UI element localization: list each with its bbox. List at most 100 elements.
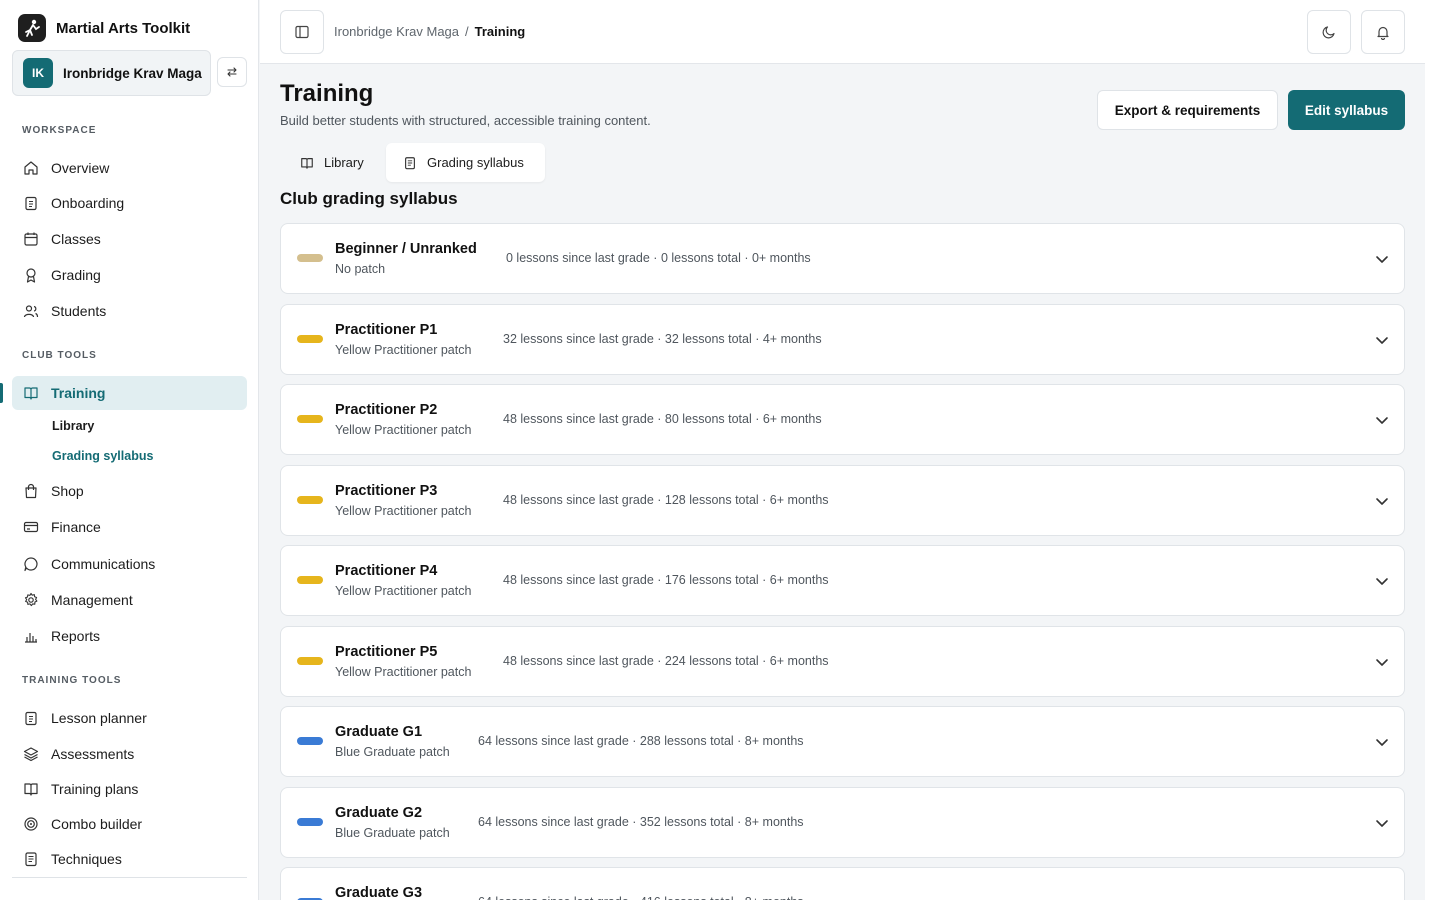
brand[interactable]: Martial Arts Toolkit xyxy=(18,14,190,42)
chevron-down-icon[interactable] xyxy=(1374,573,1390,589)
sidebar-item-students[interactable]: Students xyxy=(12,294,247,328)
grade-requirements: 48 lessons since last grade · 128 lesson… xyxy=(503,493,829,507)
grade-color-swatch xyxy=(297,496,323,504)
sidebar-item-label: Grading xyxy=(51,267,101,283)
sidebar-item-label: Training plans xyxy=(51,781,139,797)
file-text-icon xyxy=(25,852,37,867)
sidebar-item-classes[interactable]: Classes xyxy=(12,222,247,256)
grade-row[interactable]: Graduate G1 Blue Graduate patch 64 lessons… xyxy=(280,706,1405,777)
breadcrumb-current: Training xyxy=(474,24,526,39)
grade-color-swatch xyxy=(297,254,323,262)
bell-icon xyxy=(1377,26,1389,40)
grade-name: Practitioner P4 xyxy=(335,563,438,579)
sidebar-item-label: Management xyxy=(51,592,133,608)
scrollbar-track[interactable] xyxy=(1425,0,1440,900)
grade-row[interactable]: Practitioner P1 Yellow Practitioner patch… xyxy=(280,304,1405,375)
grade-requirements: 64 lessons since last grade · 416 lesson… xyxy=(478,895,804,900)
chevron-down-icon[interactable] xyxy=(1374,654,1390,670)
grade-requirements: 64 lessons since last grade · 288 lesson… xyxy=(478,734,804,748)
chevron-down-icon[interactable] xyxy=(1374,251,1390,267)
tab-library[interactable]: Library xyxy=(280,143,382,182)
chevron-down-icon[interactable] xyxy=(1374,895,1390,900)
export-requirements-button[interactable]: Export & requirements xyxy=(1097,90,1278,130)
clipboard-icon xyxy=(25,711,37,726)
breadcrumb: Ironbridge Krav Maga / Training xyxy=(334,24,525,39)
edit-syllabus-button[interactable]: Edit syllabus xyxy=(1288,90,1405,130)
grade-name: Practitioner P5 xyxy=(335,644,438,660)
grade-row[interactable]: Beginner / Unranked No patch 0 lessons sin… xyxy=(280,223,1405,294)
sidebar-item-management[interactable]: Management xyxy=(12,583,247,617)
active-indicator xyxy=(0,383,3,403)
grade-requirements: 48 lessons since last grade · 80 lessons… xyxy=(503,412,822,426)
grade-row[interactable]: Practitioner P2 Yellow Practitioner patch… xyxy=(280,384,1405,455)
sidebar-item-overview[interactable]: Overview xyxy=(12,151,247,185)
moon-icon xyxy=(1322,26,1335,39)
sidebar-item-training[interactable]: Training xyxy=(12,376,247,410)
sidebar-item-onboarding[interactable]: Onboarding xyxy=(12,186,247,220)
sidebar-item-lesson-planner[interactable]: Lesson planner xyxy=(12,701,247,735)
grade-name: Beginner / Unranked xyxy=(335,241,477,257)
club-name: Ironbridge Krav Maga xyxy=(63,65,202,81)
toggle-sidebar-button[interactable] xyxy=(280,10,324,54)
sidebar-subitem-library[interactable]: Library xyxy=(52,419,94,433)
sidebar-item-grading[interactable]: Grading xyxy=(12,258,247,292)
chevron-down-icon[interactable] xyxy=(1374,815,1390,831)
grade-patch: Yellow Practitioner patch xyxy=(335,504,472,518)
grade-color-swatch xyxy=(297,415,323,423)
tab-grading-syllabus[interactable]: Grading syllabus xyxy=(386,143,545,182)
switch-club-button[interactable] xyxy=(217,57,247,87)
chevron-down-icon[interactable] xyxy=(1374,332,1390,348)
calendar-icon xyxy=(24,232,38,246)
sidebar-item-finance[interactable]: Finance xyxy=(12,510,247,544)
grade-color-swatch xyxy=(297,657,323,665)
grade-row[interactable]: Practitioner P4 Yellow Practitioner patch… xyxy=(280,545,1405,616)
sidebar-item-assessments[interactable]: Assessments xyxy=(12,737,247,771)
grade-patch: Yellow Practitioner patch xyxy=(335,665,472,679)
breadcrumb-club[interactable]: Ironbridge Krav Maga xyxy=(334,24,459,39)
tab-label: Library xyxy=(324,155,364,170)
page-subtitle: Build better students with structured, a… xyxy=(280,113,651,128)
sidebar-item-label: Assessments xyxy=(51,746,135,762)
divider xyxy=(12,877,247,878)
swap-arrows-icon xyxy=(227,67,237,77)
bar-chart-icon xyxy=(25,633,37,643)
users-icon xyxy=(23,305,39,318)
sidebar-item-training-plans[interactable]: Training plans xyxy=(12,772,247,806)
grade-patch: No patch xyxy=(335,262,386,276)
section-label-club-tools: CLUB TOOLS xyxy=(22,350,97,361)
shopping-bag-icon xyxy=(25,483,37,499)
sidebar-item-reports[interactable]: Reports xyxy=(12,619,247,653)
grade-patch: Blue Graduate patch xyxy=(335,826,450,840)
grade-row[interactable]: Practitioner P5 Yellow Practitioner patch… xyxy=(280,626,1405,697)
sidebar-item-techniques[interactable]: Techniques xyxy=(12,842,247,876)
sidebar-item-shop[interactable]: Shop xyxy=(12,474,247,508)
chevron-down-icon[interactable] xyxy=(1374,734,1390,750)
sidebar: Martial Arts Toolkit IK Ironbridge Krav … xyxy=(0,0,259,900)
home-icon xyxy=(24,161,38,175)
notifications-button[interactable] xyxy=(1361,10,1405,54)
sidebar-item-communications[interactable]: Communications xyxy=(12,547,247,581)
grade-requirements: 64 lessons since last grade · 352 lesson… xyxy=(478,815,804,829)
theme-toggle-button[interactable] xyxy=(1307,10,1351,54)
award-icon xyxy=(26,268,36,283)
sidebar-item-combo-builder[interactable]: Combo builder xyxy=(12,807,247,841)
book-open-icon xyxy=(24,387,38,400)
chevron-down-icon[interactable] xyxy=(1374,412,1390,428)
sidebar-item-label: Classes xyxy=(51,231,101,247)
grade-color-swatch xyxy=(297,737,323,745)
sidebar-subitem-grading-syllabus[interactable]: Grading syllabus xyxy=(52,449,153,463)
grade-row[interactable]: Graduate G3Blue Graduate patch64 lessons… xyxy=(280,867,1405,900)
chevron-down-icon[interactable] xyxy=(1374,493,1390,509)
grade-row[interactable]: Practitioner P3 Yellow Practitioner patch… xyxy=(280,465,1405,536)
layers-icon xyxy=(23,747,39,762)
grade-color-swatch xyxy=(297,335,323,343)
grade-name: Practitioner P1 xyxy=(335,322,438,338)
section-label-workspace: WORKSPACE xyxy=(22,125,97,136)
sidebar-item-label: Techniques xyxy=(51,851,122,867)
clipboard-icon xyxy=(25,196,37,211)
grade-name: Practitioner P2 xyxy=(335,402,438,418)
club-selector[interactable]: IK Ironbridge Krav Maga xyxy=(12,50,211,96)
sidebar-item-label: Overview xyxy=(51,160,110,176)
message-circle-icon xyxy=(24,557,38,572)
grade-row[interactable]: Graduate G2 Blue Graduate patch 64 lessons… xyxy=(280,787,1405,858)
